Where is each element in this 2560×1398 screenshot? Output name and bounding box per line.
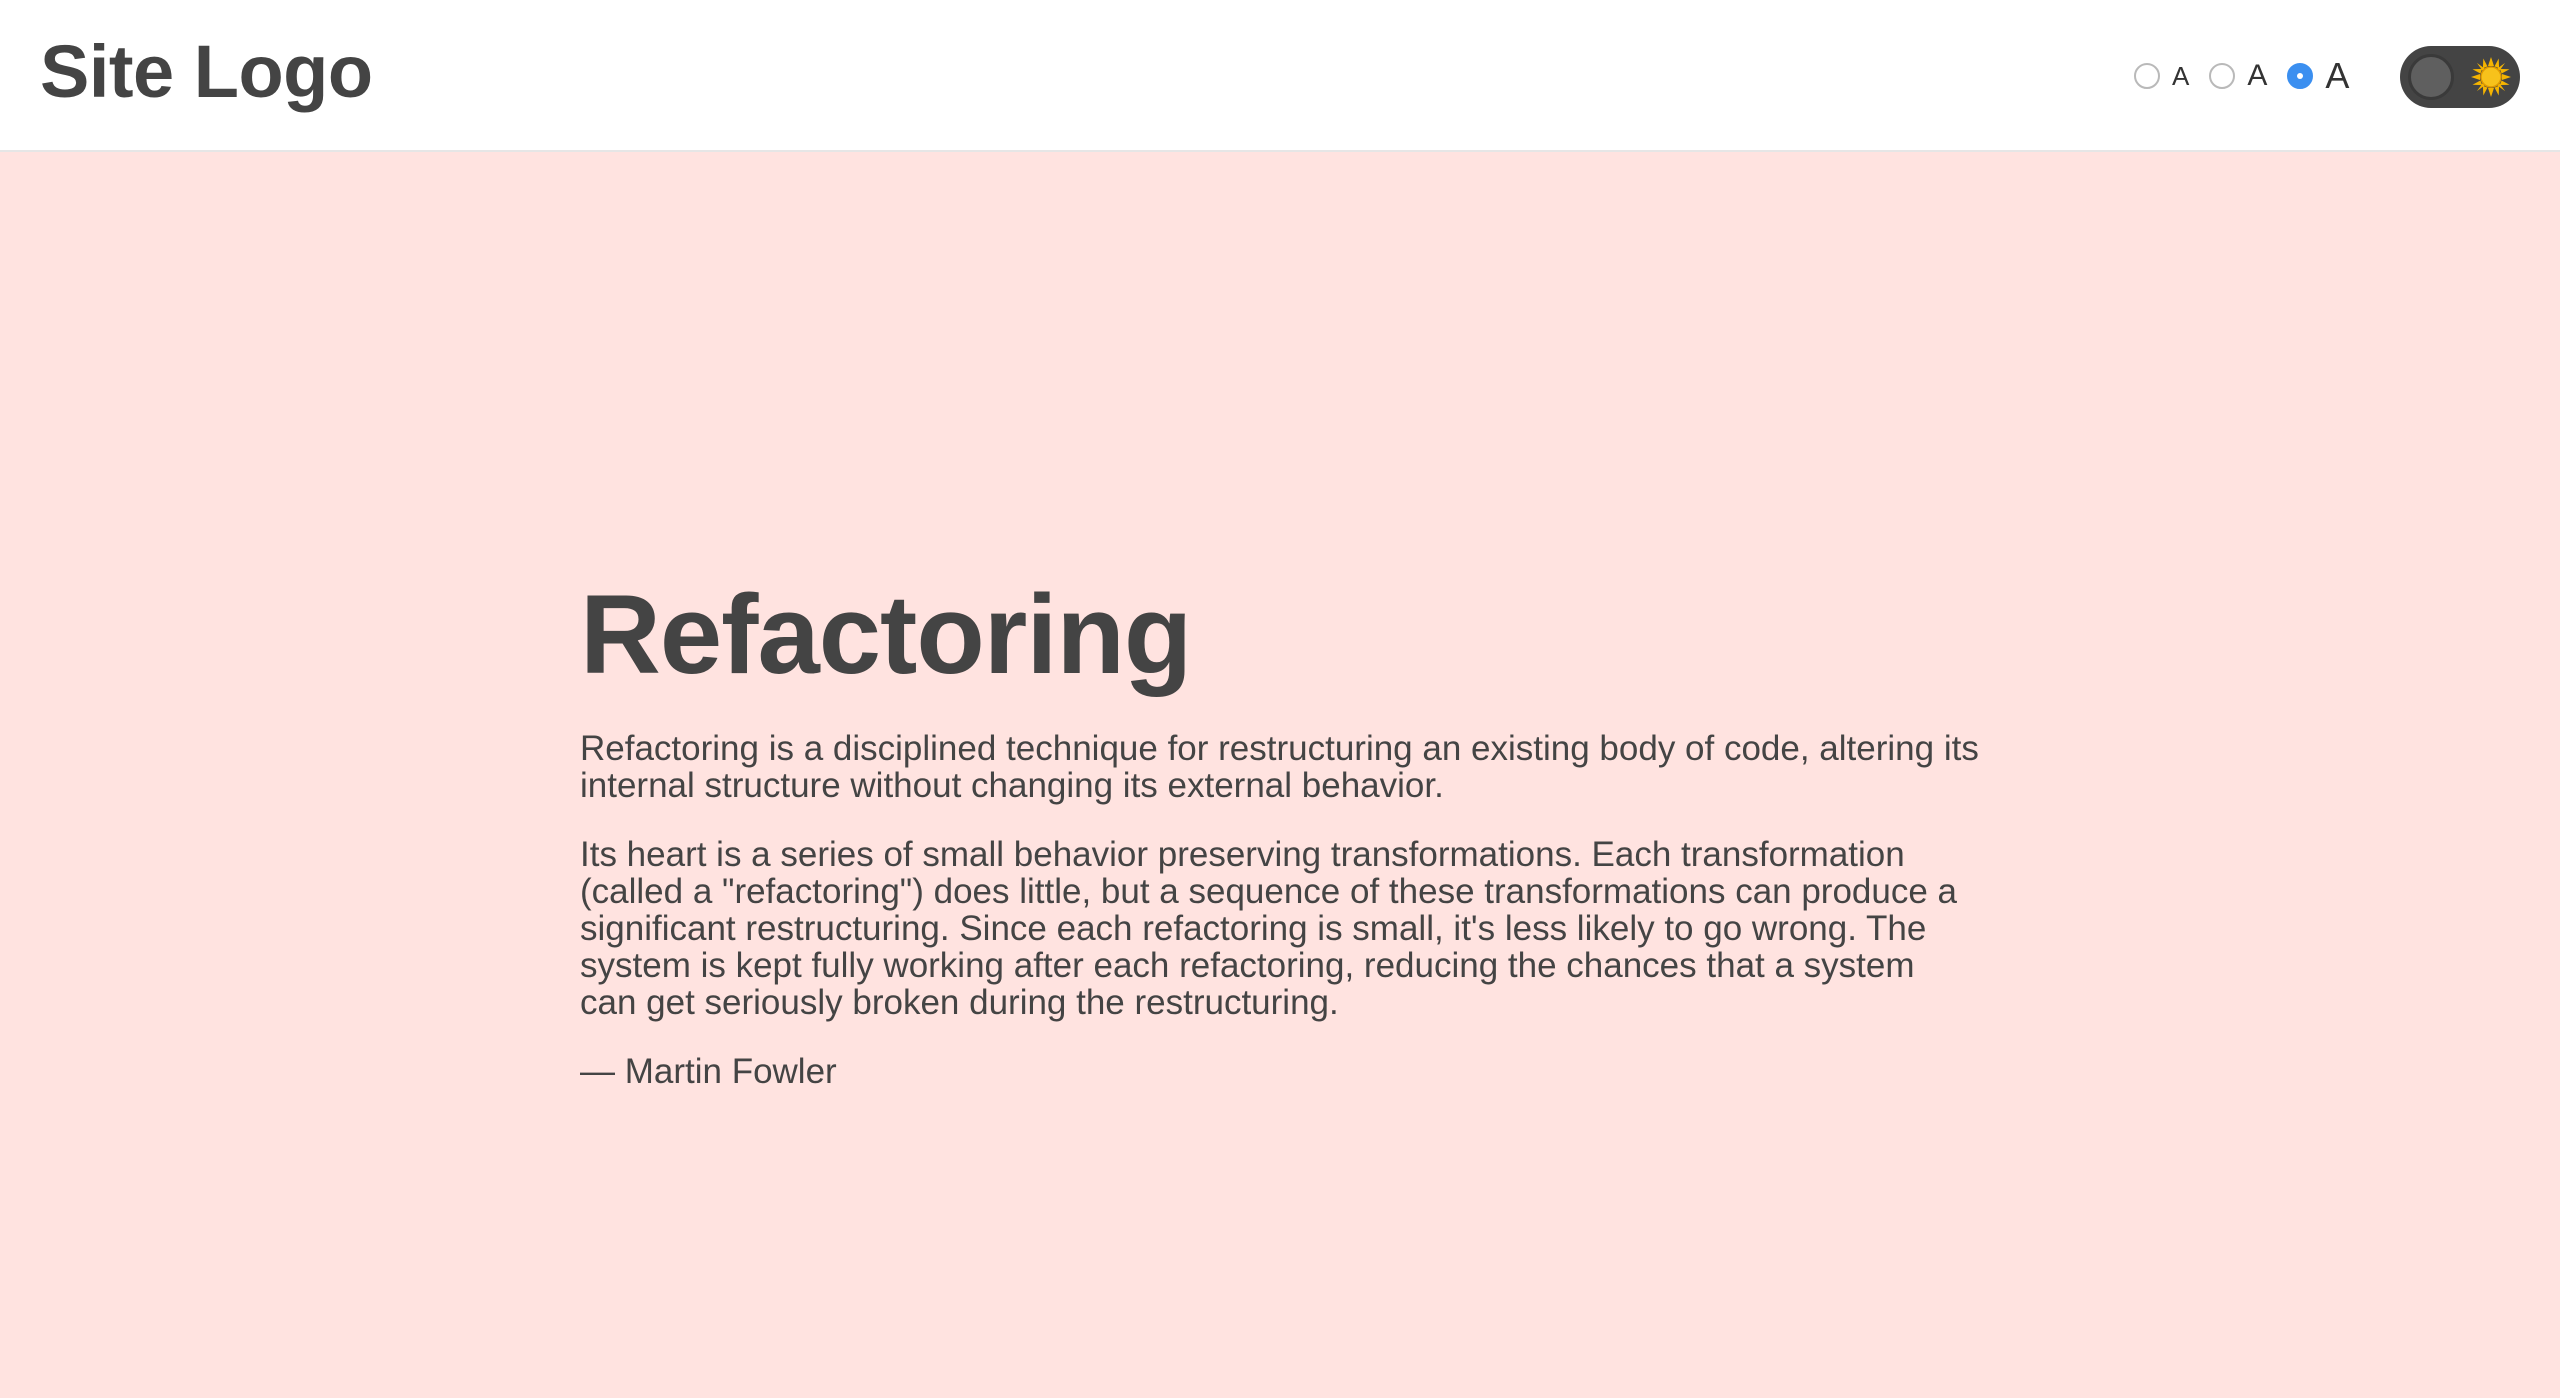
- font-size-option-large[interactable]: A: [2287, 58, 2349, 94]
- article: Refactoring Refactoring is a disciplined…: [580, 570, 2000, 1090]
- site-header: Site Logo A A A: [0, 0, 2560, 152]
- font-size-option-medium[interactable]: A: [2209, 61, 2267, 91]
- article-title: Refactoring: [580, 572, 1192, 697]
- font-size-selector: A A A: [2134, 50, 2369, 102]
- font-size-radio-medium[interactable]: [2209, 63, 2236, 89]
- font-size-label-large: A: [2325, 55, 2350, 96]
- font-size-radio-small[interactable]: [2134, 63, 2160, 89]
- sun-icon: [2471, 57, 2511, 97]
- article-paragraph: Its heart is a series of small behavior …: [580, 835, 1958, 1022]
- font-size-label-small: A: [2172, 61, 2190, 91]
- font-size-option-small[interactable]: A: [2134, 63, 2189, 89]
- main-content: Refactoring Refactoring is a disciplined…: [0, 152, 2560, 1398]
- toggle-knob[interactable]: [2408, 54, 2454, 100]
- article-paragraph: Refactoring is a disciplined technique f…: [580, 729, 1979, 805]
- article-attribution: — Martin Fowler: [580, 1052, 837, 1091]
- site-logo[interactable]: Site Logo: [40, 28, 373, 116]
- font-size-radio-large[interactable]: [2287, 63, 2314, 89]
- page: Site Logo A A A Refactoring Refactoring …: [0, 0, 2560, 1398]
- font-size-label-medium: A: [2247, 59, 2268, 92]
- theme-toggle[interactable]: [2400, 46, 2520, 108]
